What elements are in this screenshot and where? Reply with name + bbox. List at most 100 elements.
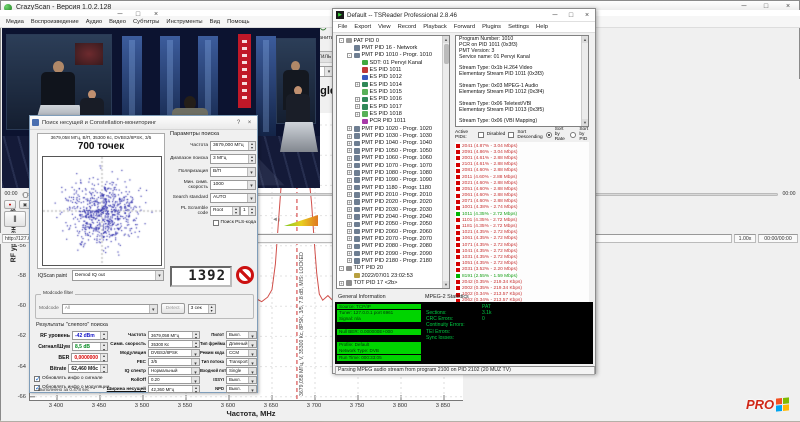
expand-icon[interactable]: + xyxy=(347,207,352,212)
menu-playback[interactable]: Playback xyxy=(423,24,447,30)
menu-субтитры[interactable]: Субтитры xyxy=(133,19,159,25)
formB-1-value[interactable]: 35300 Кс▴▾ xyxy=(148,340,200,348)
menu-export[interactable]: Export xyxy=(354,24,371,30)
expand-icon[interactable]: - xyxy=(339,266,344,271)
tree-node[interactable]: +PMT PID 2020 - Progr. 2020 xyxy=(338,199,448,206)
result-1-value[interactable]: 8,5 dB▴▾ xyxy=(72,342,108,351)
tree-node[interactable]: +PMT PID 1050 - Progr. 1050 xyxy=(338,147,448,154)
tree-node[interactable]: +PMT PID 2090 - Progr. 2090 xyxy=(338,250,448,257)
tree-node[interactable]: ES PID 1011 xyxy=(338,66,448,73)
formB-6-value[interactable]: 42,360 МГц▴▾ xyxy=(148,385,200,393)
tree-node[interactable]: +PMT PID 1030 - Progr. 1030 xyxy=(338,132,448,139)
result-3-value[interactable]: 62,460 Мбс▴▾ xyxy=(68,364,108,373)
tree-node[interactable]: +ES PID 1016 xyxy=(338,96,448,103)
expand-icon[interactable]: + xyxy=(347,236,352,241)
param-5-field[interactable]: Root▴▾ xyxy=(210,206,240,216)
tree-node[interactable]: +PMT PID 1090 - Progr. 1090 xyxy=(338,177,448,184)
detect-button[interactable]: Detect xyxy=(161,303,185,314)
formC-1-select[interactable]: Длинный▾ xyxy=(226,340,257,348)
param-3-select[interactable]: 1000▾ xyxy=(210,180,256,190)
menu-forward[interactable]: Forward xyxy=(454,24,475,30)
menu-вид[interactable]: Вид xyxy=(210,19,221,25)
param-1-field[interactable]: 3 МГц▴▾ xyxy=(210,154,256,164)
formB-4-select[interactable]: Нормальный▾ xyxy=(148,367,200,375)
tree-node[interactable]: +PMT PID 2060 - Progr. 2060 xyxy=(338,228,448,235)
expand-icon[interactable]: + xyxy=(347,258,352,263)
expand-icon[interactable]: + xyxy=(355,112,360,117)
tree-node[interactable]: +ES PID 1014 xyxy=(338,81,448,88)
tree-node[interactable]: +ES PID 1018 xyxy=(338,110,448,117)
formC-3-select[interactable]: Transport▾ xyxy=(226,358,257,366)
close-icon[interactable]: × xyxy=(244,118,255,128)
menu-воспроизведение[interactable]: Воспроизведение xyxy=(31,19,79,25)
checkbox-icon[interactable] xyxy=(34,376,40,382)
tree-node[interactable]: +ES PID 1017 xyxy=(338,103,448,110)
tree-node[interactable]: +PMT PID 1060 - Progr. 1060 xyxy=(338,155,448,162)
menu-аудио[interactable]: Аудио xyxy=(86,19,102,25)
menu-settings[interactable]: Settings xyxy=(508,24,529,30)
menu-медиа[interactable]: Медиа xyxy=(6,19,24,25)
expand-icon[interactable]: + xyxy=(347,229,352,234)
formB-5-select[interactable]: 0.20▾ xyxy=(148,376,200,384)
expand-icon[interactable]: - xyxy=(339,38,344,43)
tree-node[interactable]: PMT PID 16 - Network xyxy=(338,44,448,51)
tree-node[interactable]: -TDT PID 20 xyxy=(338,265,448,272)
tree-node[interactable]: +TOT PID 17 <2b> xyxy=(338,279,448,286)
formC-4-select[interactable]: Single▾ xyxy=(226,367,257,375)
tree-node[interactable]: +PMT PID 1080 - Progr. 1080 xyxy=(338,169,448,176)
expand-icon[interactable]: + xyxy=(339,281,344,286)
tree-node[interactable]: -PMT PID 1010 - Progr. 1010 xyxy=(338,52,448,59)
scroll-up-icon[interactable]: ▲ xyxy=(443,36,449,43)
tree-node[interactable]: PCR PID 1011 xyxy=(338,118,448,125)
menu-инструменты[interactable]: Инструменты xyxy=(166,19,202,25)
tree-node[interactable]: 2022/07/01 23:02:53 xyxy=(338,272,448,279)
menu-plugins[interactable]: Plugins xyxy=(482,24,501,30)
expand-icon[interactable]: + xyxy=(347,156,352,161)
param-5-field2[interactable]: 1▴▾ xyxy=(240,206,256,216)
expand-icon[interactable]: + xyxy=(347,222,352,227)
expand-icon[interactable]: - xyxy=(347,53,352,58)
tree-node[interactable]: ES PID 1012 xyxy=(338,74,448,81)
iqscan-paint-select[interactable]: Demod IQ out ▾ xyxy=(72,270,164,281)
tree-node[interactable]: +PMT PID 1020 - Progr. 1020 xyxy=(338,125,448,132)
tree-node[interactable]: +PMT PID 1040 - Progr. 1040 xyxy=(338,140,448,147)
tree-node[interactable]: -PAT PID 0 xyxy=(338,37,448,44)
tree-scrollbar[interactable]: ▲ ▼ xyxy=(442,36,449,288)
stop-icon[interactable] xyxy=(236,266,254,284)
expand-icon[interactable]: + xyxy=(347,192,352,197)
time-display[interactable]: 00:00/00:00 xyxy=(758,234,798,243)
menu-help[interactable]: Help xyxy=(536,24,548,30)
menu-record[interactable]: Record xyxy=(398,24,417,30)
close-icon[interactable]: × xyxy=(579,10,595,21)
result-2-value[interactable]: 0,0000000▴▾ xyxy=(71,353,108,362)
menu-помощь[interactable]: Помощь xyxy=(227,19,249,25)
tree-node[interactable]: +PMT PID 2050 - Progr. 2050 xyxy=(338,221,448,228)
checkbox-sort-descending[interactable] xyxy=(508,132,514,138)
scroll-down-icon[interactable]: ▼ xyxy=(582,119,588,126)
tree-node[interactable]: SDT: 01 Pervyi Kanal xyxy=(338,59,448,66)
param-4-select[interactable]: AUTO▾ xyxy=(210,193,256,203)
record-button[interactable]: ● xyxy=(4,200,16,209)
menu-file[interactable]: File xyxy=(338,24,347,30)
param-0-field[interactable]: 3679,000 МГц▴▾ xyxy=(210,141,256,151)
formB-3-select[interactable]: 3/5▾ xyxy=(148,358,200,366)
expand-icon[interactable]: + xyxy=(347,141,352,146)
expand-icon[interactable]: + xyxy=(347,148,352,153)
expand-icon[interactable]: + xyxy=(347,134,352,139)
tree-node[interactable]: +PMT PID 2010 - Progr. 2010 xyxy=(338,191,448,198)
formB-2-select[interactable]: DVBS2/8PSK▾ xyxy=(148,349,200,357)
expand-icon[interactable]: + xyxy=(347,163,352,168)
playback-rate[interactable]: 1.00x xyxy=(734,234,756,243)
minimize-icon[interactable]: ─ xyxy=(547,10,563,21)
scroll-down-icon[interactable]: ▼ xyxy=(443,281,449,288)
expand-icon[interactable]: + xyxy=(347,126,352,131)
pls-search-checkbox[interactable] xyxy=(213,220,219,226)
scroll-up-icon[interactable]: ▲ xyxy=(582,36,588,43)
expand-icon[interactable]: + xyxy=(347,251,352,256)
menu-view[interactable]: View xyxy=(378,24,390,30)
tree-node[interactable]: +PMT PID 2080 - Progr. 2080 xyxy=(338,243,448,250)
tree-node[interactable]: ES PID 1015 xyxy=(338,88,448,95)
tree-node[interactable]: +PMT PID 2040 - Progr. 2040 xyxy=(338,213,448,220)
formC-0-select[interactable]: Выкл.▾ xyxy=(226,331,257,339)
tree-node[interactable]: +PMT PID 2070 - Progr. 2070 xyxy=(338,235,448,242)
